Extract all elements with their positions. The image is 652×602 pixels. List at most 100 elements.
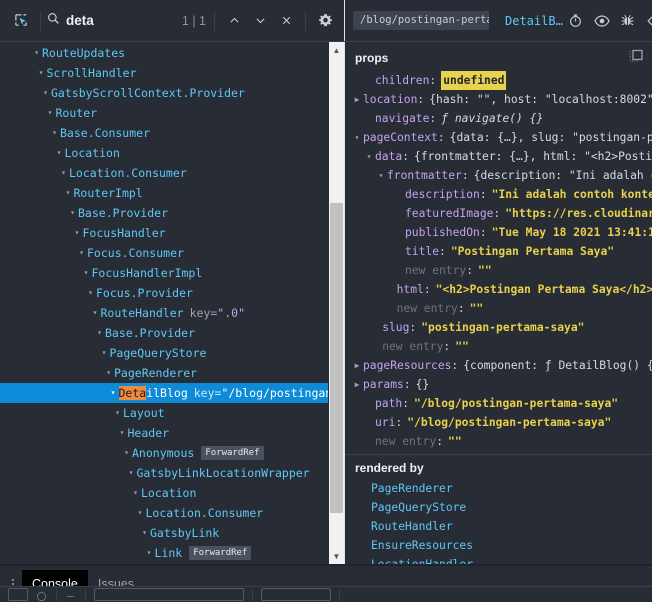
expand-arrow-icon[interactable]: ▾	[36, 63, 47, 83]
prop-value[interactable]: "postingan-pertama-saya"	[421, 318, 584, 337]
expand-arrow-icon[interactable]: ▾	[126, 463, 137, 483]
tree-row-focus-consumer[interactable]: ▾ Focus.Consumer	[0, 243, 328, 263]
close-icon[interactable]	[273, 8, 299, 34]
prop-row-data[interactable]: ▾ data: {frontmatter: {…}, html: "<h2>Post…	[345, 147, 652, 166]
prop-value[interactable]: "Ini adalah contoh konten	[492, 185, 652, 204]
prop-value[interactable]: undefined	[441, 71, 507, 90]
tree-row-gatsbyscrollcontext-provider[interactable]: ▾ GatsbyScrollContext.Provider	[0, 83, 328, 103]
prop-value[interactable]: ""	[455, 337, 469, 356]
prop-expand-arrow-icon[interactable]: ▶	[351, 356, 363, 375]
tree-row-pagequerystore[interactable]: ▾ PageQueryStore	[0, 343, 328, 363]
expand-arrow-icon[interactable]: ▾	[85, 283, 96, 303]
component-tree-list[interactable]: ▾ RouteUpdates ▾ ScrollHandler ▾ GatsbyScroll…	[0, 42, 328, 564]
prop-row-location[interactable]: ▶ location: {hash: "", host: "localhost:80…	[345, 90, 652, 109]
tree-row-pagerenderer[interactable]: ▾ PageRenderer	[0, 363, 328, 383]
prop-value[interactable]: "/blog/postingan-pertama-saya"	[407, 413, 611, 432]
expand-arrow-icon[interactable]: ▾	[135, 503, 146, 523]
rendered-by-label[interactable]: LocationHandler	[371, 555, 473, 564]
expand-arrow-icon[interactable]: ▾	[54, 143, 65, 163]
expand-arrow-icon[interactable]: ▾	[31, 43, 42, 63]
console-levels-select[interactable]	[261, 588, 331, 601]
prop-row-pageresources[interactable]: ▶ pageResources: {component: ƒ DetailBlog(…	[345, 356, 652, 375]
inspector-scroll[interactable]: props ▶children:undefined▶location:{hash…	[345, 42, 652, 564]
expand-arrow-icon[interactable]: ▾	[144, 543, 155, 563]
prop-value[interactable]: ""	[478, 261, 492, 280]
tree-row-layout[interactable]: ▾ Layout	[0, 403, 328, 423]
code-brackets-icon[interactable]	[641, 8, 652, 34]
tree-row-base-provider[interactable]: ▾ Base.Provider	[0, 323, 328, 343]
tree-row-routehandler[interactable]: ▾ RouteHandler key=".0"	[0, 303, 328, 323]
expand-arrow-icon[interactable]: ▾	[121, 443, 132, 463]
prop-row-title[interactable]: ▶title:"Postingan Pertama Saya"	[345, 242, 652, 261]
prop-row-uri[interactable]: ▶uri:"/blog/postingan-pertama-saya"	[345, 413, 652, 432]
expand-arrow-icon[interactable]: ▾	[139, 523, 150, 543]
tree-row-location[interactable]: ▾ Location	[0, 143, 328, 163]
prop-row-path[interactable]: ▶path:"/blog/postingan-pertama-saya"	[345, 394, 652, 413]
prop-value[interactable]: {frontmatter: {…}, html: "<h2>Postin…	[414, 147, 652, 166]
tree-row-scrollhandler[interactable]: ▾ ScrollHandler	[0, 63, 328, 83]
rendered-by-label[interactable]: PageQueryStore	[371, 498, 466, 517]
tree-row-detailblog[interactable]: ▾DetailBlog key="/blog/postingan…"	[0, 383, 328, 403]
prop-row-new-entry[interactable]: ▶new entry:""	[345, 299, 652, 318]
prop-row-children[interactable]: ▶children:undefined	[345, 71, 652, 90]
expand-arrow-icon[interactable]: ▾	[130, 483, 141, 503]
tree-row-focushandler[interactable]: ▾ FocusHandler	[0, 223, 328, 243]
prop-value[interactable]: "/blog/postingan-pertama-saya"	[414, 394, 618, 413]
tree-row-gatsbylinklocationwrapper[interactable]: ▾ GatsbyLinkLocationWrapper	[0, 463, 328, 483]
prop-row-new-entry[interactable]: ▶new entry:""	[345, 432, 652, 451]
prop-expand-arrow-icon[interactable]: ▾	[375, 166, 387, 185]
prop-value[interactable]: "<h2>Postingan Pertama Saya</h2>\n<	[436, 280, 652, 299]
prop-row-publishedon[interactable]: ▶publishedOn:"Tue May 18 2021 13:41:17	[345, 223, 652, 242]
prop-expand-arrow-icon[interactable]: ▶	[351, 90, 363, 109]
rendered-by-label[interactable]: EnsureResources	[371, 536, 473, 555]
prop-value[interactable]: {description: "Ini adalah c…	[474, 166, 652, 185]
tree-row-routeupdates[interactable]: ▾ RouteUpdates	[0, 43, 328, 63]
rendered-by-label[interactable]: PageRenderer	[371, 479, 453, 498]
tree-row-base-provider[interactable]: ▾ Base.Provider	[0, 203, 328, 223]
expand-arrow-icon[interactable]: ▾	[103, 363, 114, 383]
eye-icon[interactable]	[589, 8, 615, 34]
tree-row-location[interactable]: ▾ Location	[0, 483, 328, 503]
tree-row-location-consumer[interactable]: ▾ Location.Consumer	[0, 163, 328, 183]
expand-arrow-icon[interactable]: ▾	[99, 343, 110, 363]
tree-row-anonymous[interactable]: ▾ Anonymous ForwardRef	[0, 443, 328, 463]
console-clear-icon[interactable]	[8, 588, 28, 601]
tree-row-header[interactable]: ▾ Header	[0, 423, 328, 443]
expand-arrow-icon[interactable]: ▾	[45, 103, 56, 123]
prop-expand-arrow-icon[interactable]: ▾	[363, 147, 375, 166]
rendered-by-item[interactable]: RouteHandler	[345, 517, 652, 536]
chevron-up-icon[interactable]	[221, 8, 247, 34]
tree-row-base-consumer[interactable]: ▾Base.Consumer	[0, 123, 328, 143]
prop-value[interactable]: ƒ navigate() {}	[441, 109, 543, 128]
tree-row-location-consumer[interactable]: ▾ Location.Consumer	[0, 503, 328, 523]
prop-value[interactable]: {component: ƒ DetailBlog() {}…	[463, 356, 652, 375]
prop-value[interactable]: "https://res.cloudinary.	[505, 204, 652, 223]
prop-value[interactable]: {}	[416, 375, 430, 394]
tree-row-routerimpl[interactable]: ▾ RouterImpl	[0, 183, 328, 203]
rendered-by-label[interactable]: RouteHandler	[371, 517, 453, 536]
expand-arrow-icon[interactable]: ▾	[49, 123, 60, 143]
tree-row-gatsbylink[interactable]: ▾ GatsbyLink	[0, 523, 328, 543]
search-input[interactable]	[66, 13, 180, 28]
prop-value[interactable]: "Tue May 18 2021 13:41:17	[492, 223, 652, 242]
prop-row-html[interactable]: ▶html:"<h2>Postingan Pertama Saya</h2>\n…	[345, 280, 652, 299]
prop-row-navigate[interactable]: ▶navigate:ƒ navigate() {}	[345, 109, 652, 128]
console-filter-input[interactable]	[94, 588, 244, 601]
prop-row-description[interactable]: ▶description:"Ini adalah contoh konten	[345, 185, 652, 204]
chevron-down-icon[interactable]	[247, 8, 273, 34]
prop-row-pagecontext[interactable]: ▾ pageContext: {data: {…}, slug: "postinga…	[345, 128, 652, 147]
console-context-icon[interactable]	[65, 589, 77, 601]
prop-row-new-entry[interactable]: ▶new entry:""	[345, 337, 652, 356]
prop-expand-arrow-icon[interactable]: ▾	[351, 128, 363, 147]
stopwatch-icon[interactable]	[563, 8, 589, 34]
copy-props-icon[interactable]	[628, 48, 644, 67]
tree-row-router[interactable]: ▾ Router	[0, 103, 328, 123]
scroll-down-arrow-icon[interactable]: ▼	[329, 548, 345, 564]
expand-arrow-icon[interactable]: ▾	[108, 383, 119, 403]
expand-arrow-icon[interactable]: ▾	[76, 243, 87, 263]
expand-arrow-icon[interactable]: ▾	[72, 223, 83, 243]
console-filter-icon[interactable]	[36, 589, 48, 601]
prop-value[interactable]: ""	[470, 299, 484, 318]
rendered-by-item[interactable]: PageRenderer	[345, 479, 652, 498]
prop-row-params[interactable]: ▶ params: {}	[345, 375, 652, 394]
